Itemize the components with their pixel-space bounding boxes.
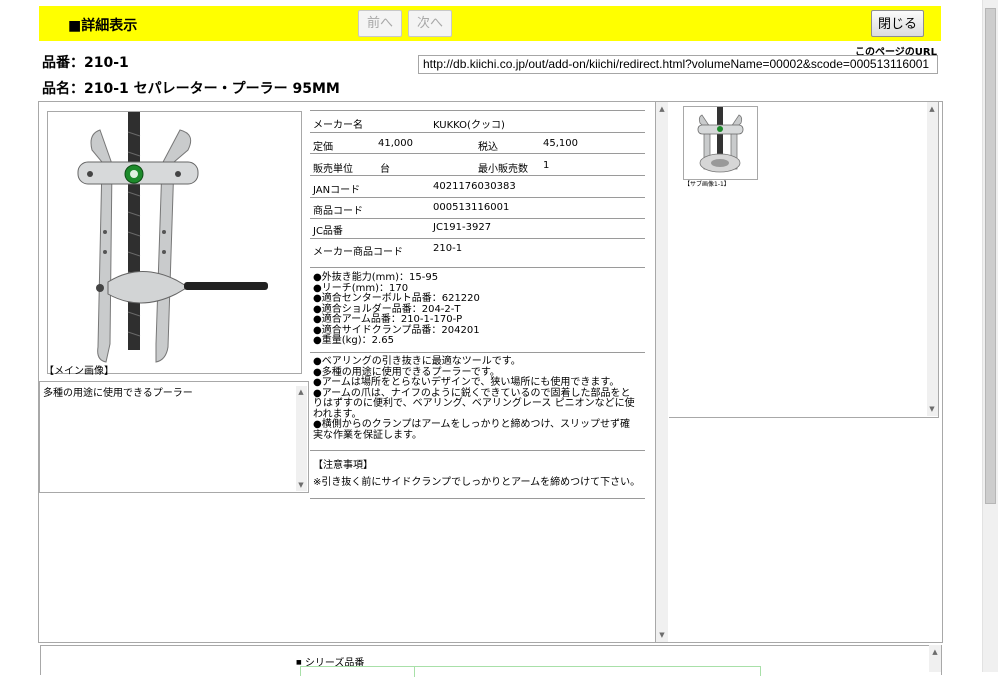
notes-text: ※引き抜く前にサイドクランプでしっかりとアームを締めつけて下さい。 <box>313 477 641 488</box>
min-qty-value: 1 <box>543 160 550 171</box>
arrow-up-icon[interactable]: ▲ <box>296 388 306 396</box>
main-product-image[interactable] <box>47 111 302 374</box>
maker-code-value: 210-1 <box>433 243 463 254</box>
list-price-value: 41,000 <box>378 138 413 149</box>
sub-image-scrollbar[interactable]: ▲ ▼ <box>927 102 938 416</box>
square-bullet-icon: ■ <box>296 659 302 666</box>
spec-divider <box>310 218 645 219</box>
jc-value: JC191-3927 <box>433 222 492 233</box>
feature-item: ●適合センターボルト品番：621220 <box>313 293 480 304</box>
description-scrollbar[interactable]: ▲ ▼ <box>296 386 307 491</box>
main-image-caption: 【メイン画像】 <box>44 366 114 377</box>
header-bar <box>39 6 941 41</box>
feature-item: ●外抜き能力(mm)：15-95 <box>313 272 439 283</box>
arrow-down-icon[interactable]: ▼ <box>927 405 937 413</box>
next-button[interactable]: 次へ <box>408 10 452 37</box>
arrow-up-icon[interactable]: ▲ <box>930 648 940 656</box>
unit-value: 台 <box>380 164 390 175</box>
spec-divider <box>310 238 645 239</box>
tax-incl-value: 45,100 <box>543 138 578 149</box>
jc-label: JC品番 <box>313 226 343 237</box>
jan-value: 4021176030383 <box>433 181 516 192</box>
maker-value: KUKKO(クッコ) <box>433 120 505 131</box>
feature-item: ●適合アーム品番：210-1-170-P <box>313 314 463 325</box>
notes-title: 【注意事項】 <box>313 460 373 471</box>
page-heading: ■詳細表示 <box>68 18 138 34</box>
series-table-divider <box>414 667 415 677</box>
jan-label: JANコード <box>313 185 361 196</box>
product-name-title: 品名：210-1 セパレーター・プーラー 95MM <box>42 81 340 97</box>
arrow-down-icon[interactable]: ▼ <box>296 481 306 489</box>
spec-divider <box>310 175 645 176</box>
window-scrollbar-thumb[interactable] <box>985 8 996 504</box>
spec-divider <box>310 153 645 154</box>
arrow-down-icon[interactable]: ▼ <box>657 631 667 639</box>
sub-image-caption: 【サブ画像1-1】 <box>684 181 730 188</box>
min-qty-label: 最小販売数 <box>478 164 528 175</box>
spec-divider <box>310 498 645 499</box>
tax-incl-label: 税込 <box>478 142 498 153</box>
product-code-label: 商品コード <box>313 206 363 217</box>
unit-label: 販売単位 <box>313 164 353 175</box>
maker-label: メーカー名 <box>313 120 363 131</box>
maker-code-label: メーカー商品コード <box>313 247 403 258</box>
product-description: ●ベアリングの引き抜きに最適なツールです。 ●多種の用途に使用できるプーラーです… <box>313 356 635 441</box>
description-textarea-text: 多種の用途に使用できるプーラー <box>43 388 193 399</box>
spec-divider <box>310 450 645 451</box>
spec-divider <box>310 110 645 111</box>
close-button[interactable]: 閉じる <box>871 10 924 37</box>
spec-divider <box>310 352 645 353</box>
spec-divider <box>310 267 645 268</box>
page-url-field[interactable]: http://db.kiichi.co.jp/out/add-on/kiichi… <box>418 55 938 74</box>
sub-image-illustration <box>697 107 744 173</box>
puller-illustration <box>77 112 268 363</box>
product-code-value: 000513116001 <box>433 202 510 213</box>
series-scrollbar[interactable]: ▲ <box>929 645 941 672</box>
list-price-label: 定価 <box>313 142 333 153</box>
feature-item: ●重量(kg)：2.65 <box>313 335 394 346</box>
part-number-title: 品番：210-1 <box>42 55 129 71</box>
spec-divider <box>310 197 645 198</box>
series-table <box>300 666 761 677</box>
arrow-up-icon[interactable]: ▲ <box>657 105 667 113</box>
spec-divider <box>310 132 645 133</box>
arrow-up-icon[interactable]: ▲ <box>927 105 937 113</box>
sub-image-thumbnail[interactable] <box>683 106 758 180</box>
spec-scrollbar[interactable]: ▲ ▼ <box>656 102 668 642</box>
prev-button[interactable]: 前へ <box>358 10 402 37</box>
